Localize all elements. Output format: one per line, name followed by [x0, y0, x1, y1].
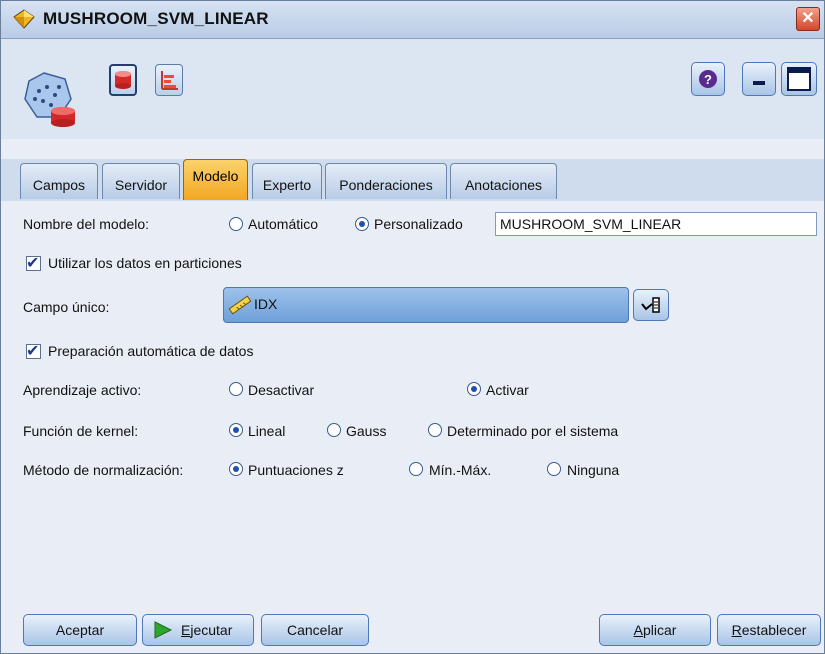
minimize-button[interactable] [742, 62, 776, 96]
active-learning-label: Aprendizaje activo: [23, 382, 142, 398]
kernel-system-label[interactable]: Determinado por el sistema [447, 423, 618, 439]
svg-text:?: ? [704, 72, 712, 87]
kernel-label: Función de kernel: [23, 423, 139, 439]
minimize-icon [753, 81, 765, 85]
normalization-minmax-radio[interactable] [409, 462, 423, 476]
run-arrow-icon [154, 621, 173, 639]
model-name-label: Nombre del modelo: [23, 216, 150, 232]
model-name-custom-radio[interactable] [355, 217, 369, 231]
model-name-custom-label[interactable]: Personalizado [374, 216, 463, 232]
model-name-input[interactable]: MUSHROOM_SVM_LINEAR [495, 212, 817, 236]
normalization-minmax-label[interactable]: Mín.-Máx. [429, 462, 491, 478]
tab-modelo[interactable]: Modelo [183, 159, 248, 200]
use-partitions-label[interactable]: Utilizar los datos en particiones [48, 255, 242, 271]
kernel-gauss-label[interactable]: Gauss [346, 423, 386, 439]
normalization-z-radio[interactable] [229, 462, 243, 476]
tab-experto[interactable]: Experto [252, 163, 322, 199]
run-button-label: Ejecutar [181, 622, 233, 638]
close-button[interactable]: ✕ [796, 7, 820, 31]
maximize-icon [787, 67, 811, 91]
title-bar[interactable]: MUSHROOM_SVM_LINEAR ✕ [1, 1, 824, 39]
normalization-none-label[interactable]: Ninguna [567, 462, 619, 478]
kernel-system-radio[interactable] [428, 423, 442, 437]
active-learning-off-label[interactable]: Desactivar [248, 382, 314, 398]
maximize-button[interactable] [781, 62, 817, 96]
unique-field-value: IDX [254, 296, 278, 312]
auto-prep-checkbox[interactable] [26, 341, 41, 360]
tab-ponderaciones[interactable]: Ponderaciones [325, 163, 447, 199]
ok-button[interactable]: Aceptar [23, 614, 137, 646]
tab-bar: Campos Servidor Modelo Experto Ponderaci… [1, 159, 824, 202]
chart-view-button[interactable] [155, 64, 183, 96]
kernel-linear-radio[interactable] [229, 423, 243, 437]
kernel-gauss-radio[interactable] [327, 423, 341, 437]
dialog-window: MUSHROOM_SVM_LINEAR ✕ ? Campos Servidor … [0, 0, 825, 654]
normalization-label: Método de normalización: [23, 462, 184, 478]
kernel-linear-label[interactable]: Lineal [248, 423, 285, 439]
tab-campos[interactable]: Campos [20, 163, 98, 199]
auto-prep-label[interactable]: Preparación automática de datos [48, 343, 253, 359]
model-node-icon [24, 72, 75, 127]
window-title: MUSHROOM_SVM_LINEAR [43, 9, 269, 28]
field-picker-icon [641, 297, 660, 313]
chart-icon [161, 71, 178, 90]
field-picker-button[interactable] [633, 289, 669, 321]
active-learning-on-label[interactable]: Activar [486, 382, 529, 398]
database-icon [115, 71, 131, 89]
model-name-auto-label[interactable]: Automático [248, 216, 318, 232]
ruler-icon [228, 295, 252, 315]
reset-button[interactable]: Restablecer [717, 614, 821, 646]
cancel-button[interactable]: Cancelar [261, 614, 369, 646]
active-learning-off-radio[interactable] [229, 382, 243, 396]
data-view-button[interactable] [109, 64, 137, 96]
tab-servidor[interactable]: Servidor [102, 163, 180, 199]
use-partitions-checkbox[interactable] [26, 253, 41, 272]
unique-field-box[interactable]: IDX [223, 287, 629, 323]
app-diamond-icon [13, 9, 35, 29]
run-button[interactable]: Ejecutar [142, 614, 254, 646]
apply-button[interactable]: Aplicar [599, 614, 711, 646]
normalization-z-label[interactable]: Puntuaciones z [248, 462, 344, 478]
close-icon: ✕ [801, 10, 815, 27]
active-learning-on-radio[interactable] [467, 382, 481, 396]
tab-anotaciones[interactable]: Anotaciones [450, 163, 557, 199]
model-name-auto-radio[interactable] [229, 217, 243, 231]
help-button[interactable]: ? [691, 62, 725, 96]
help-icon: ? [699, 70, 717, 88]
normalization-none-radio[interactable] [547, 462, 561, 476]
unique-field-label: Campo único: [23, 299, 110, 315]
